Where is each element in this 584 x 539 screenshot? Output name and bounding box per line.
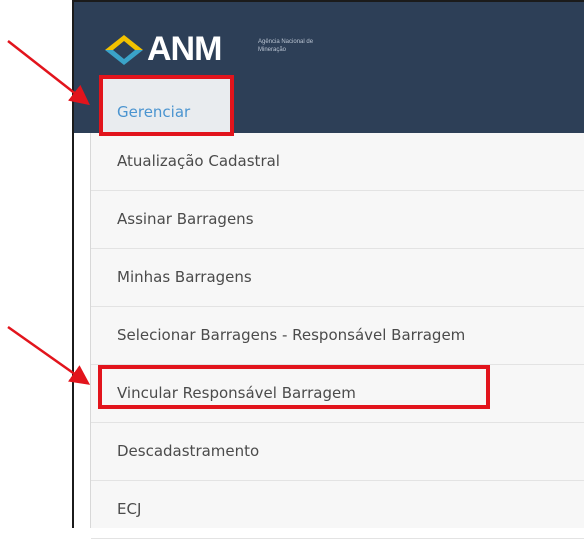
- menu-item-assinar-barragens[interactable]: Assinar Barragens: [91, 191, 584, 249]
- logo-text: ANM: [147, 30, 222, 68]
- menu-item-descadastramento[interactable]: Descadastramento: [91, 423, 584, 481]
- menu-item-selecionar-barragens[interactable]: Selecionar Barragens - Responsável Barra…: [91, 307, 584, 365]
- anm-diamond-icon: [105, 35, 143, 65]
- menu-item-label: Minhas Barragens: [117, 268, 252, 286]
- menu-item-ecj[interactable]: ECJ: [91, 481, 584, 539]
- menu-item-label: Vincular Responsável Barragem: [117, 384, 356, 402]
- menu-item-minhas-barragens[interactable]: Minhas Barragens: [91, 249, 584, 307]
- menu-item-atualizacao-cadastral[interactable]: Atualização Cadastral: [91, 133, 584, 191]
- menu-item-label: ECJ: [117, 500, 142, 518]
- logo-subtext: Agência Nacional de Mineração: [258, 39, 314, 53]
- menu-item-label: Descadastramento: [117, 442, 260, 460]
- dropdown-menu: Atualização Cadastral Assinar Barragens …: [90, 133, 584, 539]
- menu-gerenciar-label: Gerenciar: [117, 103, 191, 121]
- menu-item-label: Selecionar Barragens - Responsável Barra…: [117, 326, 466, 344]
- menu-item-label: Atualização Cadastral: [117, 152, 280, 170]
- menu-item-label: Assinar Barragens: [117, 210, 254, 228]
- menu-gerenciar[interactable]: Gerenciar: [101, 76, 232, 133]
- menu-item-vincular-responsavel[interactable]: Vincular Responsável Barragem: [91, 365, 584, 423]
